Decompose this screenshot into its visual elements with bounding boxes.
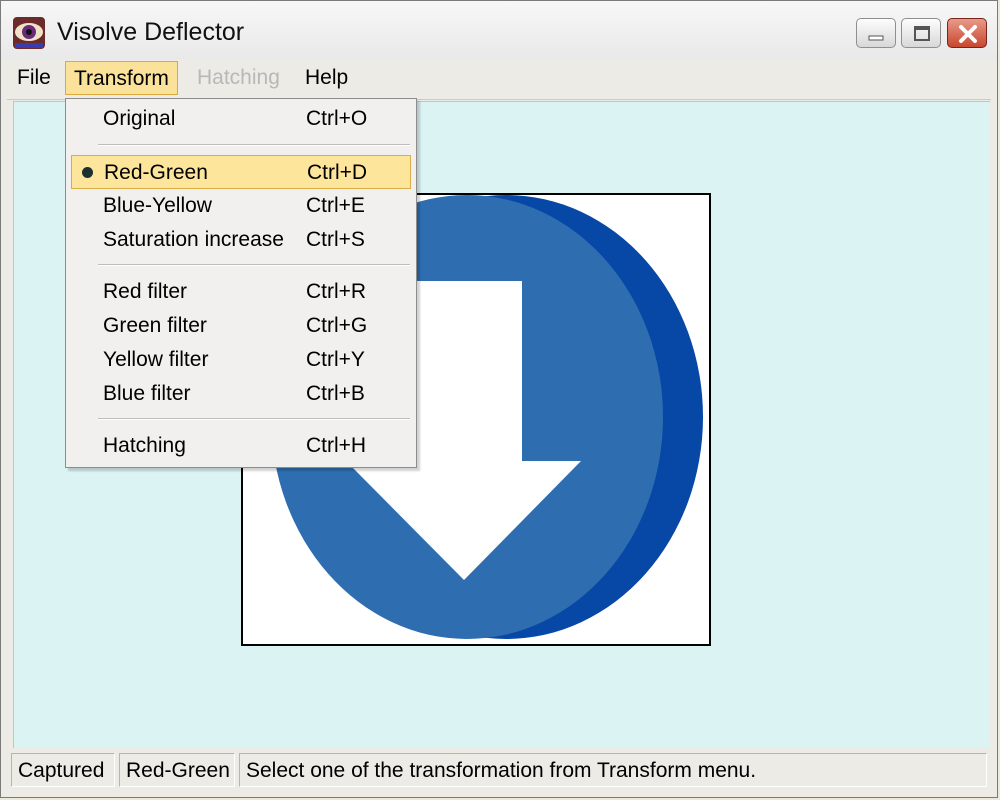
minimize-icon bbox=[868, 35, 884, 41]
status-message: Select one of the transformation from Tr… bbox=[239, 753, 987, 787]
transform-menu: Original Ctrl+O Red-Green Ctrl+D Blue-Ye… bbox=[65, 98, 417, 468]
menu-item-shortcut: Ctrl+H bbox=[306, 434, 367, 457]
menu-item-blue-filter[interactable]: Blue filter Ctrl+B bbox=[71, 377, 411, 411]
maximize-button[interactable] bbox=[901, 18, 941, 48]
menu-item-shortcut: Ctrl+S bbox=[306, 228, 365, 251]
eye-icon bbox=[13, 17, 45, 49]
menu-item-shortcut: Ctrl+G bbox=[306, 314, 368, 337]
menu-file[interactable]: File bbox=[9, 61, 59, 95]
menu-item-label: Yellow filter bbox=[103, 348, 209, 371]
window-title: Visolve Deflector bbox=[57, 18, 245, 46]
menu-item-label: Saturation increase bbox=[103, 228, 284, 251]
status-capture: Captured bbox=[11, 753, 115, 787]
menu-item-shortcut: Ctrl+Y bbox=[306, 348, 365, 371]
menu-item-shortcut: Ctrl+O bbox=[306, 107, 368, 130]
menu-item-label: Original bbox=[103, 107, 176, 130]
menu-item-blue-yellow[interactable]: Blue-Yellow Ctrl+E bbox=[71, 189, 411, 223]
menu-item-red-filter[interactable]: Red filter Ctrl+R bbox=[71, 275, 411, 309]
close-button[interactable] bbox=[947, 18, 987, 48]
menu-item-label: Red filter bbox=[103, 280, 188, 303]
menu-transform[interactable]: Transform bbox=[65, 61, 178, 95]
menu-item-shortcut: Ctrl+E bbox=[306, 194, 365, 217]
menu-item-label: Blue-Yellow bbox=[103, 194, 212, 217]
menu-bar: File Transform Hatching Help bbox=[7, 59, 991, 100]
app-window: Visolve Deflector File Transform Hatchin… bbox=[0, 0, 998, 798]
menu-help[interactable]: Help bbox=[297, 61, 356, 95]
menu-hatching[interactable]: Hatching bbox=[189, 61, 288, 95]
menu-item-shortcut: Ctrl+B bbox=[306, 382, 365, 405]
close-icon bbox=[959, 25, 977, 43]
menu-item-green-filter[interactable]: Green filter Ctrl+G bbox=[71, 309, 411, 343]
menu-item-yellow-filter[interactable]: Yellow filter Ctrl+Y bbox=[71, 343, 411, 377]
menu-item-label: Hatching bbox=[103, 434, 186, 457]
status-bar: Captured Red-Green Select one of the tra… bbox=[7, 751, 991, 791]
menu-item-shortcut: Ctrl+R bbox=[306, 280, 367, 303]
menu-item-shortcut: Ctrl+D bbox=[307, 161, 368, 184]
menu-item-label: Green filter bbox=[103, 314, 207, 337]
menu-item-hatching[interactable]: Hatching Ctrl+H bbox=[71, 429, 411, 463]
title-bar[interactable]: Visolve Deflector bbox=[1, 1, 997, 59]
status-mode: Red-Green bbox=[119, 753, 235, 787]
menu-item-saturation-increase[interactable]: Saturation increase Ctrl+S bbox=[71, 223, 411, 257]
minimize-button[interactable] bbox=[856, 18, 896, 48]
menu-separator bbox=[98, 418, 410, 420]
menu-separator bbox=[98, 144, 410, 146]
menu-item-label: Red-Green bbox=[104, 161, 208, 184]
menu-item-red-green[interactable]: Red-Green Ctrl+D bbox=[71, 155, 411, 189]
menu-separator bbox=[98, 264, 410, 266]
menu-item-original[interactable]: Original Ctrl+O bbox=[71, 102, 411, 136]
menu-item-label: Blue filter bbox=[103, 382, 191, 405]
maximize-icon bbox=[914, 26, 930, 41]
radio-bullet-icon bbox=[82, 167, 93, 178]
